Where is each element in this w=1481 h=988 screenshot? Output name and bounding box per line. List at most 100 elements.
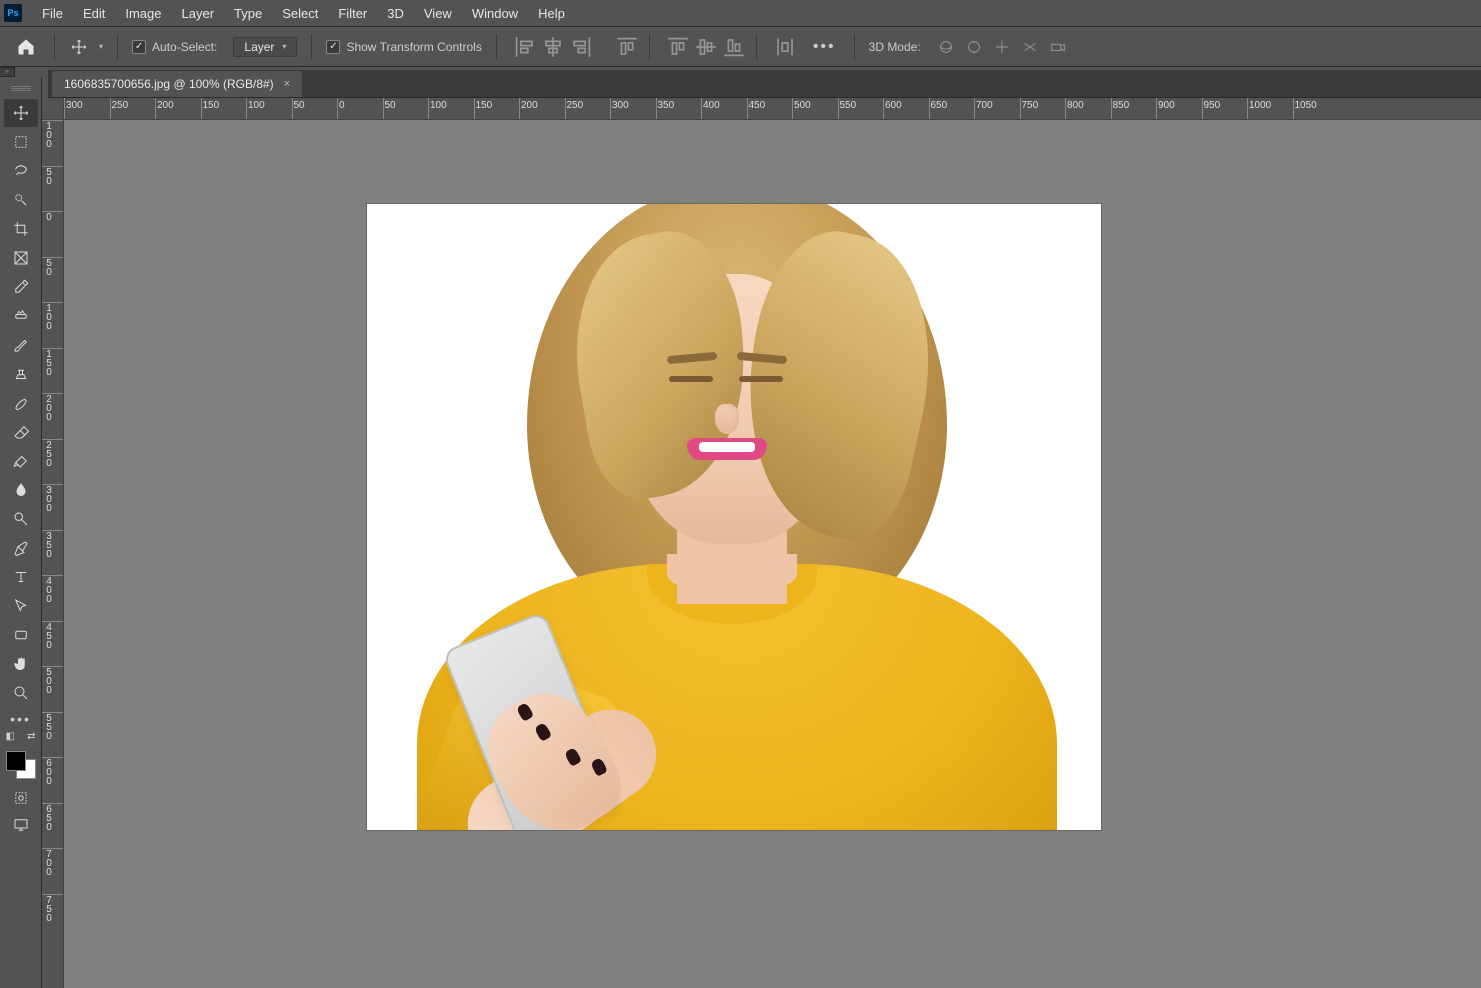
lasso-tool[interactable] (4, 157, 38, 185)
distribute-spacing-button[interactable] (771, 34, 799, 60)
auto-select-label: Auto-Select: (152, 40, 217, 54)
frame-tool[interactable] (4, 244, 38, 272)
ruler-h-label: 900 (1158, 100, 1175, 111)
move-tool[interactable] (4, 99, 38, 127)
auto-select-value: Layer (244, 40, 274, 54)
document-tab-title: 1606835700656.jpg @ 100% (RGB/8#) (64, 77, 274, 91)
distribute-vertical-centers-button[interactable] (692, 34, 720, 60)
clone-stamp-tool[interactable] (4, 360, 38, 388)
move-tool-icon (67, 38, 91, 56)
zoom-tool[interactable] (4, 679, 38, 707)
type-tool[interactable] (4, 563, 38, 591)
3d-camera-icon[interactable] (1047, 36, 1069, 58)
quick-selection-tool[interactable] (4, 186, 38, 214)
align-horizontal-centers-button[interactable] (539, 34, 567, 60)
align-top-edges-button[interactable] (613, 34, 641, 60)
foreground-color-swatch[interactable] (6, 751, 26, 771)
ruler-v-label: 500 (44, 668, 54, 695)
path-selection-tool[interactable] (4, 592, 38, 620)
edit-toolbar-button[interactable]: ••• (4, 709, 38, 729)
brush-tool[interactable] (4, 331, 38, 359)
ruler-v-label: 50 (44, 259, 54, 277)
align-vertical-group (613, 34, 641, 60)
default-colors-icon[interactable]: ◧ (6, 731, 15, 749)
ruler-h-label: 100 (430, 100, 447, 111)
color-swatches[interactable] (6, 751, 36, 779)
panel-grip[interactable] (0, 81, 41, 95)
separator (756, 34, 757, 60)
horizontal-ruler[interactable]: 3002502001501005005010015020025030035040… (64, 98, 1481, 120)
rectangle-tool[interactable] (4, 621, 38, 649)
chevron-down-icon: ▾ (282, 42, 286, 51)
panel-collapse-handle[interactable]: » (0, 67, 15, 77)
checkbox-checked-icon: ✓ (326, 40, 340, 54)
document-canvas[interactable] (367, 204, 1101, 830)
menu-edit[interactable]: Edit (73, 2, 115, 25)
ruler-v-label: 250 (44, 441, 54, 468)
ruler-h-label: 950 (1204, 100, 1221, 111)
ruler-h-label: 300 (612, 100, 629, 111)
3d-orbit-icon[interactable] (935, 36, 957, 58)
align-left-edges-button[interactable] (511, 34, 539, 60)
rectangular-marquee-tool[interactable] (4, 128, 38, 156)
menu-type[interactable]: Type (224, 2, 272, 25)
spot-healing-brush-tool[interactable] (4, 302, 38, 330)
home-button[interactable] (6, 33, 46, 61)
auto-select-checkbox[interactable]: ✓ Auto-Select: (132, 40, 217, 54)
distribute-top-button[interactable] (664, 34, 692, 60)
distribute-group (664, 34, 748, 60)
menu-filter[interactable]: Filter (328, 2, 377, 25)
eyedropper-tool[interactable] (4, 273, 38, 301)
menu-image[interactable]: Image (115, 2, 171, 25)
ruler-v-label: 550 (44, 714, 54, 741)
swap-colors-icon[interactable]: ⇄ (27, 731, 35, 749)
menu-layer[interactable]: Layer (172, 2, 225, 25)
3d-pan-icon[interactable] (991, 36, 1013, 58)
ruler-h-label: 500 (794, 100, 811, 111)
canvas-area[interactable] (64, 120, 1481, 988)
ruler-h-label: 650 (931, 100, 948, 111)
screen-mode-button[interactable] (4, 812, 38, 838)
dodge-tool[interactable] (4, 505, 38, 533)
close-tab-button[interactable]: × (284, 78, 290, 90)
distribute-spacing-group (771, 34, 799, 60)
ruler-h-label: 50 (385, 100, 396, 111)
crop-tool[interactable] (4, 215, 38, 243)
quick-mask-button[interactable] (4, 785, 38, 811)
options-bar: ▾ ✓ Auto-Select: Layer ▾ ✓ Show Transfor… (0, 27, 1481, 67)
blur-tool[interactable] (4, 476, 38, 504)
ruler-h-label: 700 (976, 100, 993, 111)
ruler-h-label: 0 (339, 100, 345, 111)
separator (854, 34, 855, 60)
ruler-h-label: 800 (1067, 100, 1084, 111)
menu-view[interactable]: View (414, 2, 462, 25)
document-tab[interactable]: 1606835700656.jpg @ 100% (RGB/8#) × (52, 71, 302, 97)
align-right-edges-button[interactable] (567, 34, 595, 60)
menu-file[interactable]: File (32, 2, 73, 25)
show-transform-checkbox[interactable]: ✓ Show Transform Controls (326, 40, 481, 54)
tool-preset-chevron-icon[interactable]: ▾ (99, 42, 103, 51)
gradient-tool[interactable] (4, 447, 38, 475)
ruler-v-label: 650 (44, 805, 54, 832)
history-brush-tool[interactable] (4, 389, 38, 417)
ruler-h-label: 450 (749, 100, 766, 111)
eraser-tool[interactable] (4, 418, 38, 446)
3d-slide-icon[interactable] (1019, 36, 1041, 58)
ruler-h-label: 300 (66, 100, 83, 111)
pen-tool[interactable] (4, 534, 38, 562)
menu-window[interactable]: Window (462, 2, 528, 25)
ruler-h-label: 750 (1022, 100, 1039, 111)
menu-select[interactable]: Select (272, 2, 328, 25)
ruler-h-label: 1000 (1249, 100, 1271, 111)
vertical-ruler[interactable]: 1005005010015020025030035040045050055060… (42, 120, 64, 988)
ruler-origin[interactable] (42, 98, 64, 120)
hand-tool[interactable] (4, 650, 38, 678)
3d-roll-icon[interactable] (963, 36, 985, 58)
more-options-button[interactable]: ••• (813, 38, 836, 56)
menu-help[interactable]: Help (528, 2, 575, 25)
auto-select-target-dropdown[interactable]: Layer ▾ (233, 37, 297, 57)
menu-3d[interactable]: 3D (377, 2, 414, 25)
distribute-bottom-button[interactable] (720, 34, 748, 60)
ruler-h-label: 600 (885, 100, 902, 111)
separator (311, 34, 312, 60)
